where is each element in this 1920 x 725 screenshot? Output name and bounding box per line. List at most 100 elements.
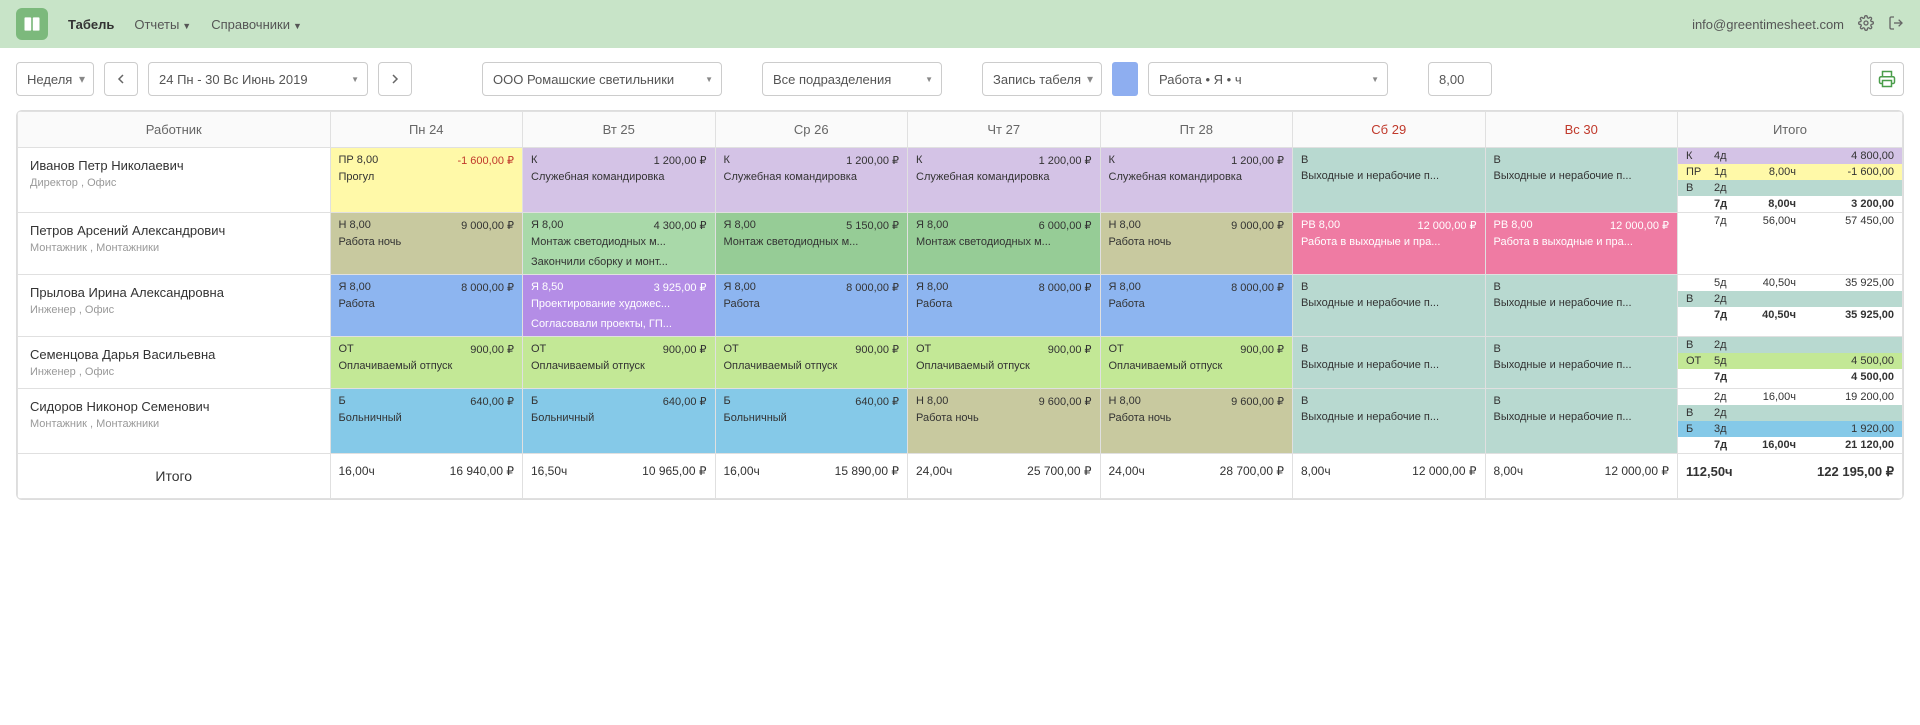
day-cell[interactable]: К1 200,00 ₽Служебная командировка bbox=[523, 148, 716, 213]
day-cell[interactable]: Я 8,006 000,00 ₽Монтаж светодиодных м... bbox=[908, 213, 1101, 275]
day-cell[interactable]: Я 8,008 000,00 ₽Работа bbox=[908, 275, 1101, 337]
cell-desc: Служебная командировка bbox=[908, 169, 1100, 189]
cell-amount: 640,00 ₽ bbox=[855, 395, 899, 408]
cell-amount: 900,00 ₽ bbox=[1048, 343, 1092, 356]
hours-input[interactable] bbox=[1428, 62, 1492, 96]
day-cell[interactable]: ОТ900,00 ₽Оплачиваемый отпуск bbox=[715, 337, 908, 389]
cell-code: Б bbox=[724, 395, 731, 408]
worktype-select[interactable]: Работа • Я • ч bbox=[1148, 62, 1388, 96]
cell-desc: Выходные и нерабочие п... bbox=[1486, 409, 1678, 429]
date-range-select[interactable]: 24 Пн - 30 Вс Июнь 2019 bbox=[148, 62, 368, 96]
day-cell[interactable]: РВ 8,0012 000,00 ₽Работа в выходные и пр… bbox=[1293, 213, 1486, 275]
total-line: В2д bbox=[1678, 405, 1902, 421]
department-select[interactable]: Все подразделения bbox=[762, 62, 942, 96]
cell-amount: 8 000,00 ₽ bbox=[1231, 281, 1284, 294]
next-button[interactable] bbox=[378, 62, 412, 96]
employee-cell[interactable]: Иванов Петр НиколаевичДиректор , Офис bbox=[18, 148, 331, 213]
period-select[interactable]: Неделя bbox=[16, 62, 94, 96]
cell-desc: Выходные и нерабочие п... bbox=[1293, 295, 1485, 315]
cell-code: К bbox=[1109, 154, 1115, 167]
day-cell[interactable]: Я 8,503 925,00 ₽Проектирование художес..… bbox=[523, 275, 716, 337]
day-cell[interactable]: ВВыходные и нерабочие п... bbox=[1485, 148, 1678, 213]
cell-code: ОТ bbox=[531, 343, 546, 356]
cell-desc: Больничный bbox=[716, 410, 908, 430]
prev-button[interactable] bbox=[104, 62, 138, 96]
total-line: 7д4 500,00 bbox=[1678, 369, 1902, 385]
day-cell[interactable]: Н 8,009 000,00 ₽Работа ночь bbox=[1100, 213, 1293, 275]
day-cell[interactable]: ОТ900,00 ₽Оплачиваемый отпуск bbox=[523, 337, 716, 389]
day-cell[interactable]: Я 8,004 300,00 ₽Монтаж светодиодных м...… bbox=[523, 213, 716, 275]
color-swatch[interactable] bbox=[1112, 62, 1138, 96]
cell-code: Н 8,00 bbox=[339, 219, 371, 232]
day-cell[interactable]: ВВыходные и нерабочие п... bbox=[1485, 389, 1678, 454]
total-line: 7д40,50ч35 925,00 bbox=[1678, 307, 1902, 323]
day-cell[interactable]: К1 200,00 ₽Служебная командировка bbox=[908, 148, 1101, 213]
cell-desc: Оплачиваемый отпуск bbox=[716, 358, 908, 378]
day-cell[interactable]: ВВыходные и нерабочие п... bbox=[1293, 389, 1486, 454]
day-cell[interactable]: ВВыходные и нерабочие п... bbox=[1293, 337, 1486, 389]
company-select[interactable]: ООО Ромашские светильники bbox=[482, 62, 722, 96]
chevron-right-icon bbox=[390, 74, 400, 84]
cell-code: Н 8,00 bbox=[1109, 395, 1141, 408]
day-cell[interactable]: Н 8,009 000,00 ₽Работа ночь bbox=[330, 213, 523, 275]
day-cell[interactable]: Н 8,009 600,00 ₽Работа ночь bbox=[1100, 389, 1293, 454]
cell-code: Б bbox=[339, 395, 346, 408]
cell-desc: Монтаж светодиодных м... bbox=[523, 234, 715, 254]
day-cell[interactable]: Я 8,008 000,00 ₽Работа bbox=[715, 275, 908, 337]
col-sat: Сб 29 bbox=[1293, 112, 1486, 148]
cell-desc: Оплачиваемый отпуск bbox=[331, 358, 523, 378]
day-cell[interactable]: ВВыходные и нерабочие п... bbox=[1293, 148, 1486, 213]
footer-day: 24,00ч25 700,00 ₽ bbox=[908, 454, 1101, 499]
col-wed: Ср 26 bbox=[715, 112, 908, 148]
cell-code: РВ 8,00 bbox=[1301, 219, 1340, 232]
day-cell[interactable]: Я 8,008 000,00 ₽Работа bbox=[330, 275, 523, 337]
employee-cell[interactable]: Семенцова Дарья ВасильевнаИнженер , Офис bbox=[18, 337, 331, 389]
cell-code: В bbox=[1301, 395, 1308, 407]
day-cell[interactable]: Б640,00 ₽Больничный bbox=[330, 389, 523, 454]
cell-amount: 900,00 ₽ bbox=[663, 343, 707, 356]
day-cell[interactable]: ВВыходные и нерабочие п... bbox=[1485, 275, 1678, 337]
col-mon: Пн 24 bbox=[330, 112, 523, 148]
cell-code: В bbox=[1494, 154, 1501, 166]
day-cell[interactable]: ОТ900,00 ₽Оплачиваемый отпуск bbox=[1100, 337, 1293, 389]
employee-cell[interactable]: Сидоров Никонор Семенович Монтажник , Мон… bbox=[18, 389, 331, 454]
cell-amount: 640,00 ₽ bbox=[663, 395, 707, 408]
day-cell[interactable]: РВ 8,0012 000,00 ₽Работа в выходные и пр… bbox=[1485, 213, 1678, 275]
day-cell[interactable]: К1 200,00 ₽Служебная командировка bbox=[1100, 148, 1293, 213]
header-email[interactable]: info@greentimesheet.com bbox=[1692, 17, 1844, 32]
employee-role: Монтажник , Монтажники bbox=[30, 418, 318, 430]
col-tue: Вт 25 bbox=[523, 112, 716, 148]
day-cell[interactable]: ВВыходные и нерабочие п... bbox=[1293, 275, 1486, 337]
employee-cell[interactable]: Петров Арсений АлександровичМонтажник , … bbox=[18, 213, 331, 275]
employee-role: Монтажник , Монтажники bbox=[30, 242, 318, 254]
print-button[interactable] bbox=[1870, 62, 1904, 96]
nav-refs[interactable]: Справочники▼ bbox=[211, 17, 302, 32]
gear-icon[interactable] bbox=[1858, 15, 1874, 34]
table-row: Прылова Ирина АлександровнаИнженер , Офи… bbox=[18, 275, 1903, 337]
day-cell[interactable]: Я 8,008 000,00 ₽Работа bbox=[1100, 275, 1293, 337]
day-cell[interactable]: К1 200,00 ₽Служебная командировка bbox=[715, 148, 908, 213]
employee-cell[interactable]: Прылова Ирина АлександровнаИнженер , Офи… bbox=[18, 275, 331, 337]
day-cell[interactable]: ВВыходные и нерабочие п... bbox=[1485, 337, 1678, 389]
cell-extra: Согласовали проекты, ГП... bbox=[523, 316, 715, 336]
nav-tabel[interactable]: Табель bbox=[68, 17, 114, 32]
day-cell[interactable]: Н 8,009 600,00 ₽Работа ночь bbox=[908, 389, 1101, 454]
mode-select[interactable]: Запись табеля bbox=[982, 62, 1102, 96]
cell-code: Я 8,00 bbox=[531, 219, 563, 232]
cell-code: В bbox=[1301, 343, 1308, 355]
cell-desc: Монтаж светодиодных м... bbox=[908, 234, 1100, 254]
cell-amount: 900,00 ₽ bbox=[1240, 343, 1284, 356]
logout-icon[interactable] bbox=[1888, 15, 1904, 34]
day-cell[interactable]: Я 8,005 150,00 ₽Монтаж светодиодных м... bbox=[715, 213, 908, 275]
day-cell[interactable]: ОТ900,00 ₽Оплачиваемый отпуск bbox=[908, 337, 1101, 389]
employee-name: Сидоров Никонор Семенович bbox=[30, 399, 318, 414]
cell-amount: 1 200,00 ₽ bbox=[846, 154, 899, 167]
cell-extra: Закончили сборку и монт... bbox=[523, 254, 715, 274]
day-cell[interactable]: Б640,00 ₽Больничный bbox=[523, 389, 716, 454]
day-cell[interactable]: ПР 8,00-1 600,00 ₽Прогул bbox=[330, 148, 523, 213]
nav-reports[interactable]: Отчеты▼ bbox=[134, 17, 191, 32]
day-cell[interactable]: Б 640,00 ₽ Больничный bbox=[715, 389, 908, 454]
day-cell[interactable]: ОТ900,00 ₽Оплачиваемый отпуск bbox=[330, 337, 523, 389]
cell-desc: Работа bbox=[908, 296, 1100, 316]
cell-desc: Работа в выходные и пра... bbox=[1293, 234, 1485, 254]
